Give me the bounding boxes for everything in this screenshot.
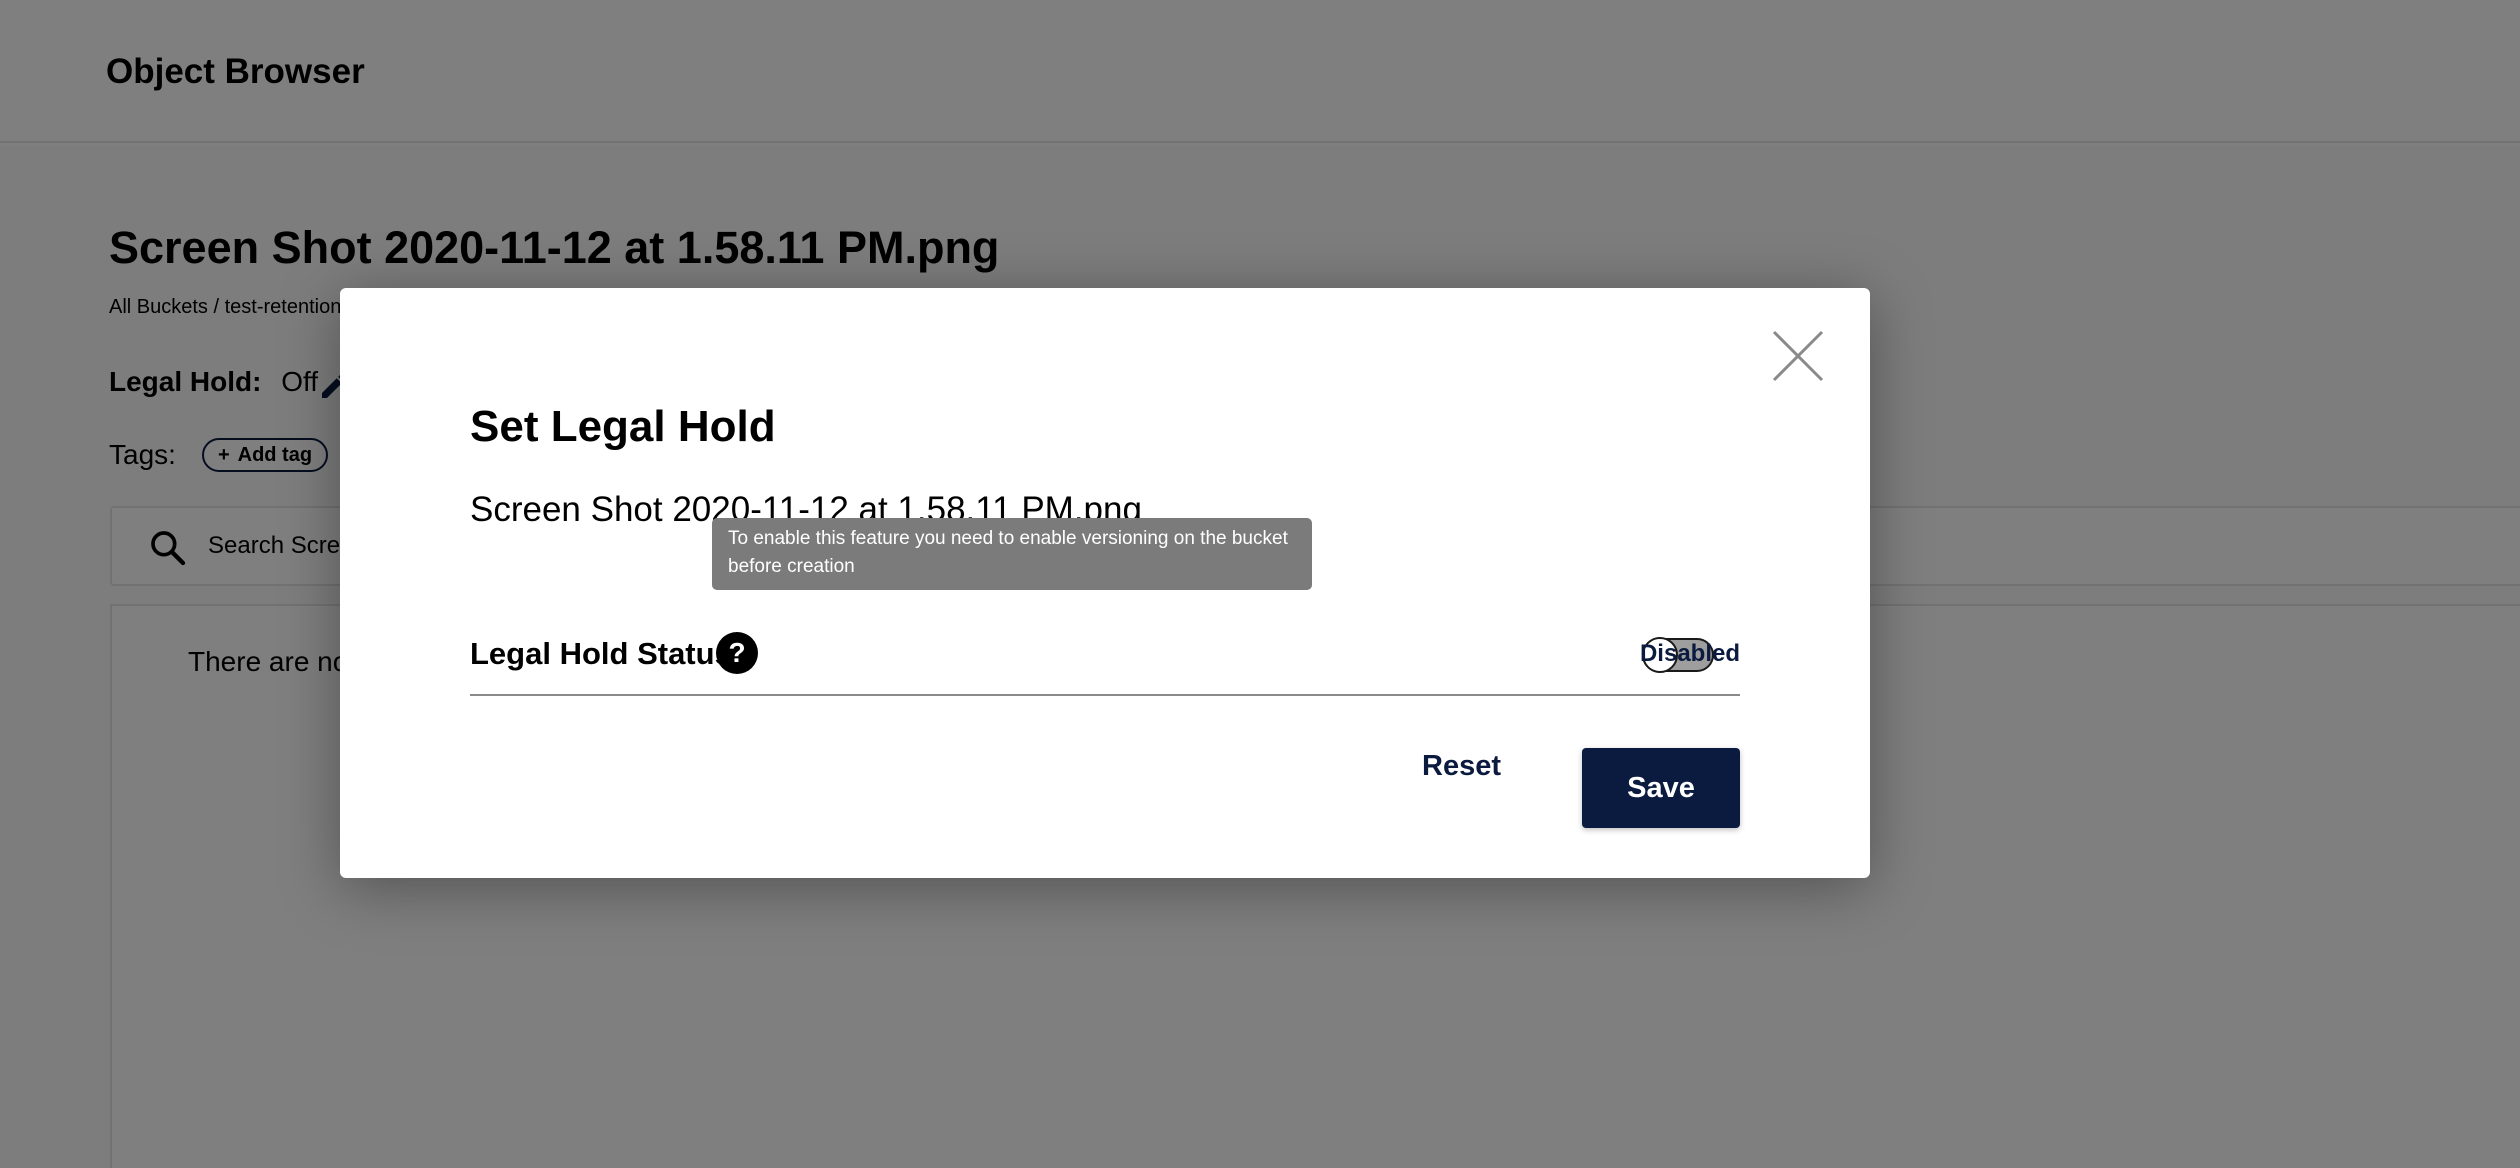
help-icon[interactable]: ? bbox=[716, 632, 758, 674]
legal-hold-status-row: Legal Hold Status ? Disabled bbox=[470, 618, 1740, 696]
legal-hold-status-label: Legal Hold Status bbox=[470, 636, 732, 671]
dialog-title: Set Legal Hold bbox=[470, 402, 776, 451]
reset-button[interactable]: Reset bbox=[1422, 750, 1501, 783]
toggle-state-label: Disabled bbox=[1639, 640, 1740, 667]
save-button[interactable]: Save bbox=[1582, 748, 1740, 828]
close-icon[interactable] bbox=[1770, 328, 1826, 384]
svg-text:?: ? bbox=[728, 637, 745, 668]
help-tooltip: To enable this feature you need to enabl… bbox=[712, 518, 1312, 590]
